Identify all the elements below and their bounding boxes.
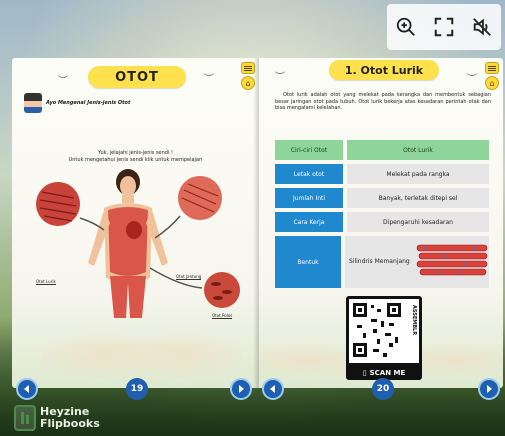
teacher-avatar	[24, 93, 42, 113]
page-number-right: 20	[372, 378, 394, 400]
viewer-toolbar	[387, 4, 501, 50]
zoom-in-icon	[396, 17, 415, 36]
arrow-right-icon	[239, 385, 244, 393]
bird-decoration: ︶	[275, 72, 285, 83]
table-cell-value: Banyak, terletak ditepi sel	[347, 188, 489, 208]
table-cell-label: Bentuk	[275, 236, 341, 288]
characteristics-table: Ciri-ciri Otot Otot Lurik Letak otot Mel…	[275, 140, 489, 292]
arrow-left-icon	[24, 385, 29, 393]
label-otot-polos[interactable]: Otot Polos	[212, 313, 233, 319]
table-row: Jumlah Inti Banyak, terletak ditepi sel	[275, 188, 489, 208]
next-page-button[interactable]	[478, 378, 500, 400]
arrow-right-icon	[487, 385, 492, 393]
human-figure	[88, 169, 168, 318]
intro-line-1: Yuk, jelajahi jenis-jenis sendi !	[98, 150, 173, 156]
section-title: 1. Otot Lurik	[329, 60, 439, 80]
section-subtitle: Ayo Mengenal Jenis-jenis Otot	[46, 100, 131, 106]
label-otot-lurik[interactable]: Otot Lurik	[36, 279, 56, 285]
bentuk-text: Silindris Memanjang	[349, 258, 410, 265]
intro-text: Yuk, jelajahi jenis-jenis sendi ! Untuk …	[12, 150, 259, 164]
left-page: ︶ ︶ OTOT ⌂ Ayo Mengenal Jenis-jenis Otot…	[12, 58, 259, 388]
speaker-muted-icon	[473, 18, 491, 36]
table-cell-label: Letak otot	[275, 164, 343, 184]
table-cell-value: Silindris Memanjang	[345, 236, 489, 288]
table-row: Letak otot Melekat pada rangka	[275, 164, 489, 184]
home-icon[interactable]: ⌂	[485, 76, 499, 90]
bird-decoration: ︶	[204, 74, 214, 85]
qr-side-text: ASSEMBLR	[411, 305, 417, 336]
qr-code-card[interactable]: ASSEMBLR ▯ SCAN ME	[346, 296, 422, 380]
skeletal-muscle-circle[interactable]	[36, 182, 80, 226]
table-cell-value: Dipengaruhi kesadaran	[347, 212, 489, 232]
zoom-in-button[interactable]	[391, 12, 421, 42]
muscle-types-illustration: Otot Lurik Otot Jantung Otot Polos	[30, 168, 242, 343]
mute-button[interactable]	[467, 12, 497, 42]
label-otot-jantung[interactable]: Otot Jantung	[176, 274, 202, 280]
fullscreen-icon	[434, 17, 454, 37]
body-muscle-diagram	[36, 169, 240, 318]
fullscreen-button[interactable]	[429, 12, 459, 42]
next-page-button-left[interactable]	[230, 378, 252, 400]
phone-icon: ▯	[362, 369, 367, 377]
page-number-left: 19	[126, 378, 148, 400]
heyzine-branding[interactable]: Heyzine Flipbooks	[14, 405, 100, 431]
table-cell-label: Jumlah Inti	[275, 188, 343, 208]
table-row: Cara Kerja Dipengaruhi kesadaran	[275, 212, 489, 232]
table-row: Bentuk Silindris Memanjang	[275, 236, 489, 288]
smooth-muscle-circle[interactable]	[204, 272, 240, 308]
bird-decoration: ︶	[58, 76, 68, 87]
cardiac-muscle-circle[interactable]	[178, 176, 222, 220]
table-header-cell: Otot Lurik	[347, 140, 489, 160]
page-title: OTOT	[88, 66, 186, 88]
scan-me-text: SCAN ME	[369, 369, 406, 377]
qr-code: ASSEMBLR	[349, 299, 419, 363]
table-cell-value: Melekat pada rangka	[347, 164, 489, 184]
muscle-fiber-image	[416, 244, 488, 276]
page-corner-icons: ⌂	[485, 62, 499, 90]
table-header-row: Ciri-ciri Otot Otot Lurik	[275, 140, 489, 160]
heyzine-line-2: Flipbooks	[40, 417, 100, 430]
bird-decoration: ︶	[467, 74, 477, 85]
table-cell-label: Cara Kerja	[275, 212, 343, 232]
qr-pattern	[349, 299, 419, 363]
subtitle-row: Ayo Mengenal Jenis-jenis Otot	[24, 93, 130, 113]
previous-page-button-right[interactable]	[262, 378, 284, 400]
description-paragraph: Otot lurik adalah otot yang melekat pada…	[275, 92, 491, 111]
intro-line-2: Untuk mengetahui jenis sendi klik untuk …	[68, 157, 203, 163]
arrow-left-icon	[270, 385, 275, 393]
heyzine-logo-icon	[14, 405, 36, 431]
table-header-cell: Ciri-ciri Otot	[275, 140, 343, 160]
previous-page-button[interactable]	[16, 378, 38, 400]
menu-icon[interactable]	[485, 62, 499, 74]
